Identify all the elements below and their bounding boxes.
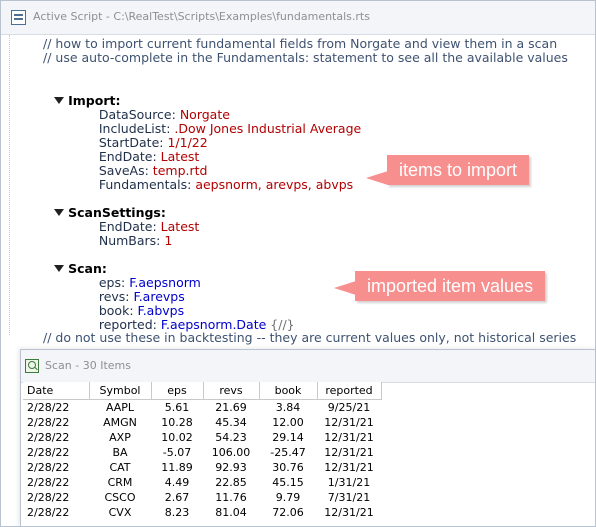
scan-title-bar[interactable]: Scan - 30 Items — [21, 350, 595, 383]
cell-eps: 11.89 — [151, 460, 204, 475]
cell-book: 45.15 — [259, 475, 318, 490]
cell-eps: 10.02 — [151, 430, 204, 445]
comment-line: // do not use these in backtesting -- th… — [43, 330, 577, 345]
callout-pointer — [366, 171, 388, 185]
column-header-symbol[interactable]: Symbol — [89, 382, 152, 400]
cell-date: 2/28/22 — [23, 430, 90, 445]
script-file-icon — [11, 10, 26, 25]
cell-book: 3.84 — [259, 399, 318, 415]
cell-date: 2/28/22 — [23, 505, 90, 520]
scan-magnifier-icon — [25, 359, 39, 373]
cell-date: 2/28/22 — [23, 415, 90, 430]
table-row[interactable]: 2/28/22 AAPL 5.61 21.69 3.84 9/25/21 — [23, 399, 382, 415]
cell-symbol: AAPL — [89, 399, 152, 415]
cell-symbol: BA — [89, 445, 152, 460]
cell-reported: 9/25/21 — [317, 399, 382, 415]
table-row[interactable]: 2/28/22 AXP 10.02 54.23 29.14 12/31/21 — [23, 430, 382, 445]
cell-reported: 12/31/21 — [317, 445, 382, 460]
cell-date: 2/28/22 — [23, 475, 90, 490]
cell-date: 2/28/22 — [23, 490, 90, 505]
cell-symbol: CRM — [89, 475, 152, 490]
cell-reported: 12/31/21 — [317, 430, 382, 445]
cell-book: 30.76 — [259, 460, 318, 475]
cell-date: 2/28/22 — [23, 399, 90, 415]
comment-line: // use auto-complete in the Fundamentals… — [43, 50, 568, 65]
column-header-reported[interactable]: reported — [317, 382, 382, 400]
cell-reported: 12/31/21 — [317, 460, 382, 475]
table-row[interactable]: 2/28/22 CAT 11.89 92.93 30.76 12/31/21 — [23, 460, 382, 475]
comment-line: // how to import current fundamental fie… — [43, 36, 558, 51]
collapse-arrow-icon[interactable] — [54, 97, 65, 104]
column-header-eps[interactable]: eps — [151, 382, 204, 400]
table-header-row: Date Symbol eps revs book reported — [23, 382, 382, 400]
cell-book: 29.14 — [259, 430, 318, 445]
table-row[interactable]: 2/28/22 AMGN 10.28 45.34 12.00 12/31/21 — [23, 415, 382, 430]
cell-revs: 11.76 — [203, 490, 260, 505]
editor-title-bar[interactable]: Active Script - C:\RealTest\Scripts\Exam… — [1, 1, 595, 35]
column-header-date[interactable]: Date — [23, 382, 90, 400]
cell-eps: 2.67 — [151, 490, 204, 505]
cell-revs: 21.69 — [203, 399, 260, 415]
cell-revs: 81.04 — [203, 505, 260, 520]
cell-reported: 1/31/21 — [317, 475, 382, 490]
cell-date: 2/28/22 — [23, 460, 90, 475]
table-row[interactable]: 2/28/22 BA -5.07 106.00 -25.47 12/31/21 — [23, 445, 382, 460]
collapse-arrow-icon[interactable] — [54, 265, 65, 272]
table-row[interactable]: 2/28/22 CRM 4.49 22.85 45.15 1/31/21 — [23, 475, 382, 490]
cell-eps: 10.28 — [151, 415, 204, 430]
table-row[interactable]: 2/28/22 CVX 8.23 81.04 72.06 12/31/21 — [23, 505, 382, 520]
cell-book: 12.00 — [259, 415, 318, 430]
scan-results-table[interactable]: Date Symbol eps revs book reported 2/28/… — [23, 382, 382, 520]
fold-gutter — [9, 35, 11, 335]
cell-reported: 12/31/21 — [317, 505, 382, 520]
column-header-book[interactable]: book — [259, 382, 318, 400]
cell-reported: 7/31/21 — [317, 490, 382, 505]
cell-date: 2/28/22 — [23, 445, 90, 460]
cell-book: -25.47 — [259, 445, 318, 460]
table-row[interactable]: 2/28/22 CSCO 2.67 11.76 9.79 7/31/21 — [23, 490, 382, 505]
cell-reported: 12/31/21 — [317, 415, 382, 430]
cell-revs: 22.85 — [203, 475, 260, 490]
cell-symbol: CAT — [89, 460, 152, 475]
cell-symbol: AMGN — [89, 415, 152, 430]
cell-symbol: CVX — [89, 505, 152, 520]
cell-revs: 92.93 — [203, 460, 260, 475]
cell-revs: 106.00 — [203, 445, 260, 460]
scan-window-title: Scan - 30 Items — [45, 359, 131, 372]
scan-callout: imported item values — [355, 271, 546, 301]
cell-eps: 4.49 — [151, 475, 204, 490]
cell-revs: 45.34 — [203, 415, 260, 430]
cell-revs: 54.23 — [203, 430, 260, 445]
cell-symbol: AXP — [89, 430, 152, 445]
editor-window-title: Active Script - C:\RealTest\Scripts\Exam… — [33, 10, 370, 23]
collapse-arrow-icon[interactable] — [54, 209, 65, 216]
callout-pointer — [334, 281, 356, 295]
cell-eps: 8.23 — [151, 505, 204, 520]
cell-symbol: CSCO — [89, 490, 152, 505]
import-callout: items to import — [387, 155, 530, 185]
cell-book: 9.79 — [259, 490, 318, 505]
cell-eps: -5.07 — [151, 445, 204, 460]
cell-book: 72.06 — [259, 505, 318, 520]
column-header-revs[interactable]: revs — [203, 382, 260, 400]
scan-results-window[interactable]: Scan - 30 Items Date Symbol eps revs boo… — [20, 349, 596, 527]
cell-eps: 5.61 — [151, 399, 204, 415]
